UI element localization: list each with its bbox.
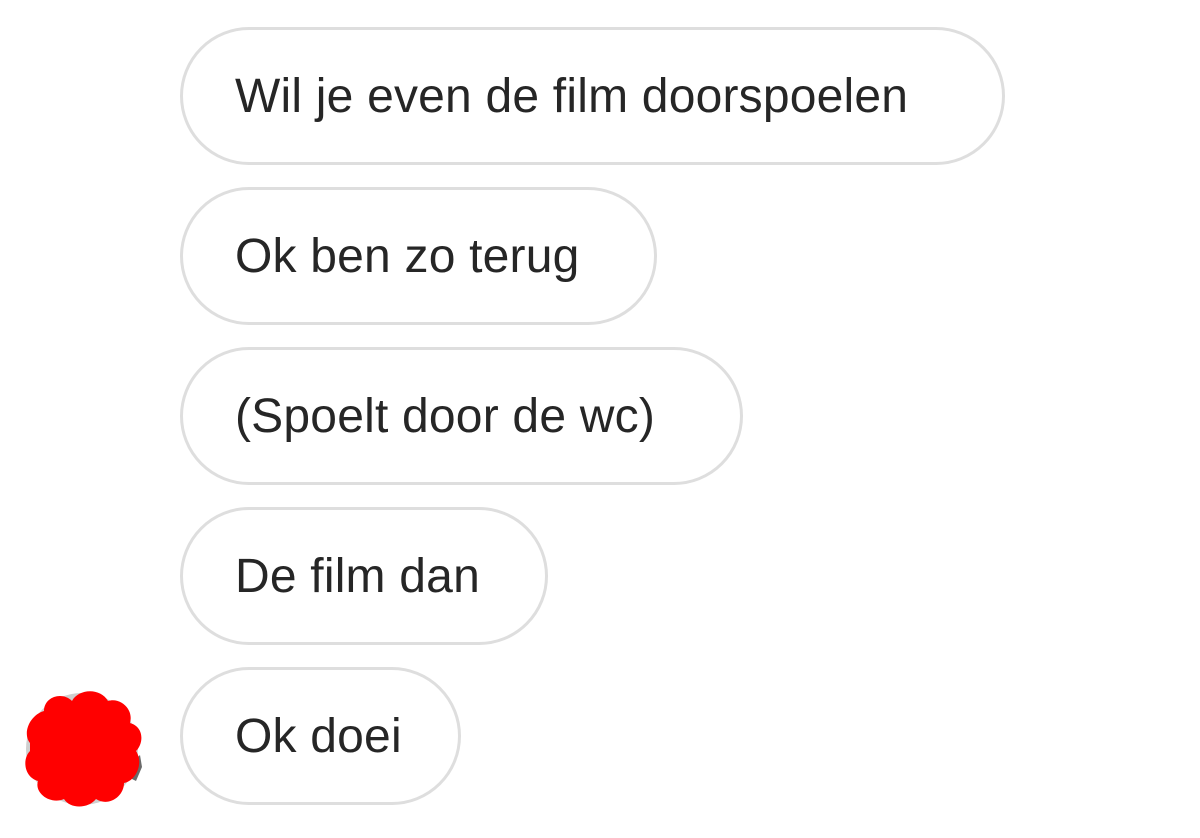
- message-text: Ok doei: [235, 709, 402, 763]
- avatar[interactable]: [20, 685, 145, 810]
- message-bubble[interactable]: De film dan: [180, 507, 548, 645]
- message-bubble[interactable]: (Spoelt door de wc): [180, 347, 743, 485]
- redacted-avatar-icon: [25, 691, 142, 807]
- message-thread: Wil je even de film doorspoelen Ok ben z…: [0, 0, 1200, 838]
- message-bubble[interactable]: Ok ben zo terug: [180, 187, 657, 325]
- message-text: (Spoelt door de wc): [235, 389, 656, 443]
- message-text: Wil je even de film doorspoelen: [235, 69, 909, 123]
- message-text: De film dan: [235, 549, 480, 603]
- message-text: Ok ben zo terug: [235, 229, 580, 283]
- message-bubble[interactable]: Wil je even de film doorspoelen: [180, 27, 1005, 165]
- message-bubble[interactable]: Ok doei: [180, 667, 461, 805]
